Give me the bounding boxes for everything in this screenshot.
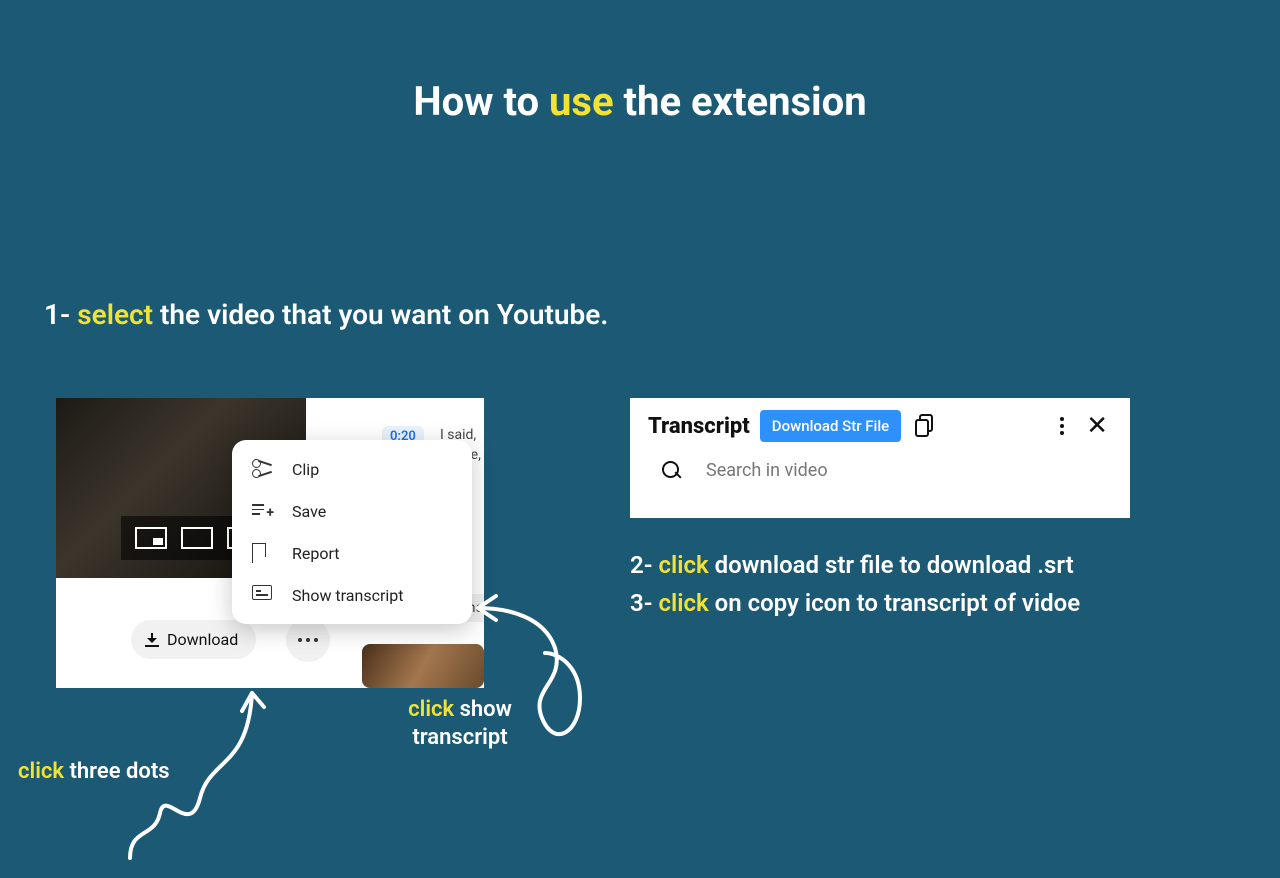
- theater-icon[interactable]: [181, 527, 213, 549]
- step-2-text: 2- click download str file to download .…: [630, 546, 1080, 584]
- more-actions-menu: Clip + Save Report Show transcript: [232, 440, 472, 624]
- step1-highlight: select: [77, 298, 153, 331]
- search-icon: [662, 461, 682, 481]
- transcript-panel: Transcript Download Str File ✕ Search in…: [630, 398, 1130, 518]
- copy-icon[interactable]: [915, 414, 937, 438]
- steps-2-3: 2- click download str file to download .…: [630, 546, 1080, 623]
- three-dots-button[interactable]: [286, 618, 330, 662]
- miniplayer-icon[interactable]: [135, 527, 167, 549]
- transcript-title: Transcript: [648, 414, 750, 439]
- menu-item-save[interactable]: + Save: [232, 490, 472, 532]
- transcript-icon: [252, 585, 274, 605]
- title-pre: How to: [413, 78, 549, 125]
- flag-icon: [252, 543, 274, 563]
- menu-report-label: Report: [292, 544, 340, 563]
- playlist-add-icon: +: [252, 501, 274, 521]
- menu-clip-label: Clip: [292, 460, 319, 479]
- menu-item-clip[interactable]: Clip: [232, 448, 472, 490]
- scissors-icon: [252, 459, 274, 479]
- step-3-text: 3- click on copy icon to transcript of v…: [630, 584, 1080, 622]
- download-str-button[interactable]: Download Str File: [760, 410, 901, 442]
- title-highlight: use: [549, 78, 614, 125]
- download-label: Download: [167, 630, 238, 649]
- menu-item-show-transcript[interactable]: Show transcript: [232, 574, 472, 616]
- step1-rest: the video that you want on Youtube.: [153, 298, 608, 331]
- download-button[interactable]: Download: [131, 620, 256, 659]
- download-icon: [145, 633, 159, 647]
- close-icon[interactable]: ✕: [1082, 413, 1112, 439]
- search-input[interactable]: Search in video: [706, 460, 828, 481]
- menu-transcript-label: Show transcript: [292, 586, 403, 605]
- menu-item-report[interactable]: Report: [232, 532, 472, 574]
- menu-save-label: Save: [292, 502, 326, 521]
- step-1-text: 1- select the video that you want on You…: [44, 298, 608, 331]
- kebab-menu-icon[interactable]: [1052, 417, 1072, 435]
- title-post: the extension: [614, 78, 867, 125]
- annotation-three-dots: click three dots: [18, 758, 170, 786]
- step1-prefix: 1-: [44, 298, 77, 331]
- next-video-thumbnail[interactable]: [362, 644, 484, 688]
- page-title: How to use the extension: [0, 78, 1280, 125]
- annotation-show-transcript: click show transcript: [370, 696, 550, 751]
